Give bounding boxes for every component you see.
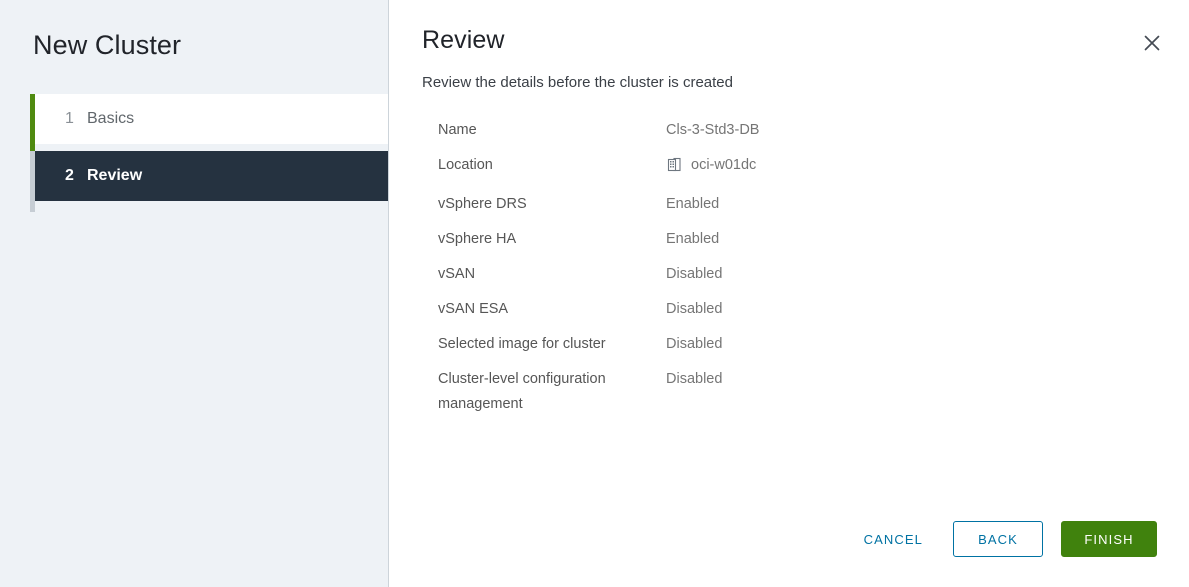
review-details-list: Name Cls-3-Std3-DB Location oci-w01dc vS… (438, 118, 1149, 427)
detail-value-vsphere-ha: Enabled (666, 227, 1149, 252)
step-label-basics: Basics (87, 110, 135, 127)
step-label-review: Review (87, 167, 143, 184)
detail-value-text: Disabled (666, 371, 723, 387)
wizard-title: New Cluster (33, 30, 182, 60)
detail-value-text: Disabled (666, 336, 723, 352)
detail-value-text: Enabled (666, 196, 720, 212)
new-cluster-wizard: New Cluster 1 Basics 2 Review Review Rev… (0, 0, 1189, 587)
detail-value-text: oci-w01dc (691, 157, 757, 173)
sidebar-step-review[interactable]: 2 Review (35, 151, 388, 201)
detail-value-cluster-level-config: Disabled (666, 367, 1149, 392)
cancel-button[interactable]: CANCEL (852, 521, 935, 557)
detail-label-location: Location (438, 157, 493, 173)
detail-value-text: Disabled (666, 301, 723, 317)
detail-label-cluster-level-config: Cluster-level configuration management (438, 371, 606, 412)
detail-label-vsphere-drs: vSphere DRS (438, 196, 527, 212)
detail-row: vSphere HA Enabled (438, 227, 1149, 252)
sidebar-step-basics[interactable]: 1 Basics (35, 94, 388, 144)
detail-row: Selected image for cluster Disabled (438, 332, 1149, 357)
detail-value-vsan-esa: Disabled (666, 297, 1149, 322)
back-button[interactable]: BACK (953, 521, 1043, 557)
detail-row: Cluster-level configuration management D… (438, 367, 1149, 417)
finish-button[interactable]: FINISH (1061, 521, 1157, 557)
detail-value-selected-image: Disabled (666, 332, 1149, 357)
step-number-2: 2 (65, 167, 74, 184)
detail-row: vSAN Disabled (438, 262, 1149, 287)
page-subtitle: Review the details before the cluster is… (422, 74, 733, 91)
detail-value-text: Disabled (666, 266, 723, 282)
wizard-footer: CANCEL BACK FINISH (852, 521, 1157, 557)
detail-label-vsphere-ha: vSphere HA (438, 231, 517, 247)
detail-value-text: Enabled (666, 231, 720, 247)
detail-value-name: Cls-3-Std3-DB (666, 118, 1149, 143)
wizard-steps: 1 Basics 2 Review (30, 94, 388, 212)
detail-value-vsphere-drs: Enabled (666, 192, 1149, 217)
detail-label-name: Name (438, 122, 477, 138)
detail-value-location: oci-w01dc (666, 153, 1149, 182)
detail-label-vsan-esa: vSAN ESA (438, 301, 509, 317)
detail-label-vsan: vSAN (438, 266, 476, 282)
page-title: Review (422, 26, 505, 54)
close-button[interactable] (1135, 26, 1169, 60)
detail-label-selected-image: Selected image for cluster (438, 336, 606, 352)
detail-value-vsan: Disabled (666, 262, 1149, 287)
wizard-content: Review Review the details before the clu… (389, 0, 1189, 587)
step-number-1: 1 (65, 110, 74, 127)
wizard-sidebar: New Cluster 1 Basics 2 Review (0, 0, 389, 587)
detail-row: Location oci-w01dc (438, 153, 1149, 182)
detail-row: vSAN ESA Disabled (438, 297, 1149, 322)
detail-row: vSphere DRS Enabled (438, 192, 1149, 217)
datacenter-icon (666, 156, 683, 182)
close-icon (1143, 34, 1161, 52)
detail-row: Name Cls-3-Std3-DB (438, 118, 1149, 143)
detail-value-text: Cls-3-Std3-DB (666, 122, 760, 138)
